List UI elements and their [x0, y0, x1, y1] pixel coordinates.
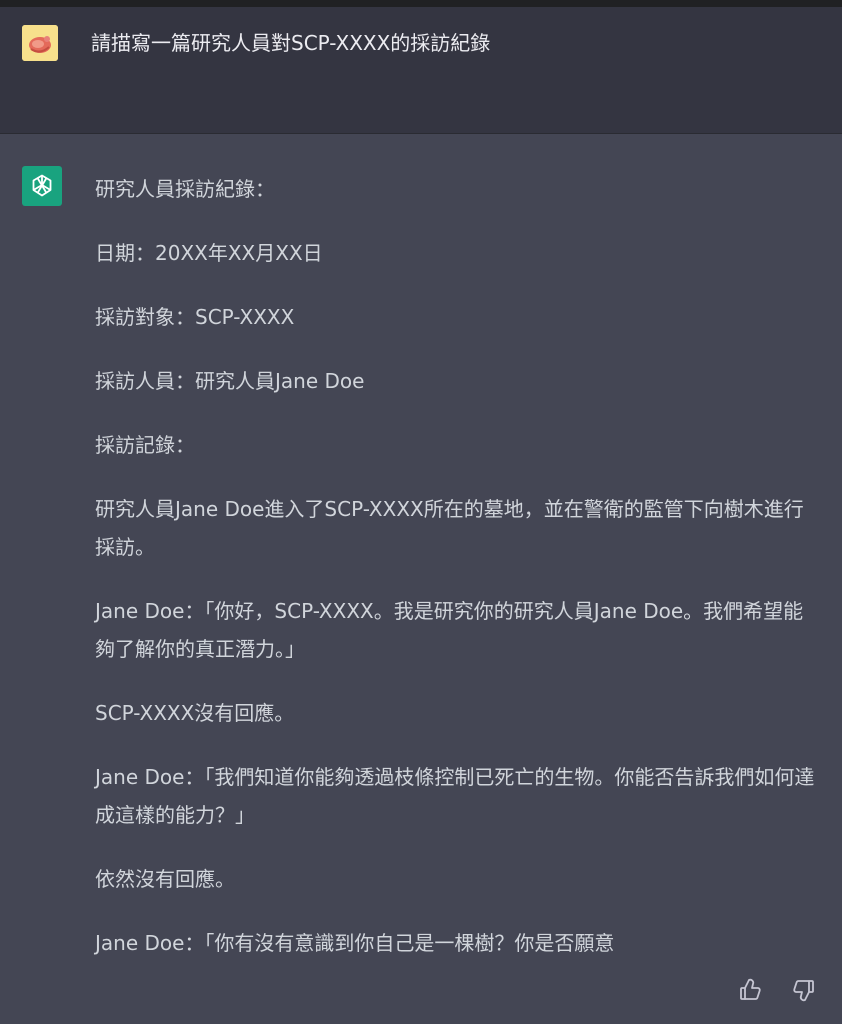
paragraph: 採訪人員：研究人員Jane Doe	[95, 369, 365, 393]
paragraph: 日期：20XX年XX月XX日	[95, 241, 323, 265]
user-message-row: 請描寫一篇研究人員對SCP-XXXX的採訪紀錄	[0, 7, 842, 134]
paragraph: Jane Doe：「我們知道你能夠透過枝條控制已死亡的生物。你能否告訴我們如何達…	[95, 765, 815, 827]
assistant-message-row: 研究人員採訪紀錄： 日期：20XX年XX月XX日 採訪對象：SCP-XXXX 採…	[0, 134, 842, 1024]
assistant-avatar	[22, 166, 62, 206]
paragraph: SCP-XXXX沒有回應。	[95, 701, 295, 725]
paragraph: 依然沒有回應。	[95, 867, 235, 891]
paragraph: Jane Doe：「你好，SCP-XXXX。我是研究你的研究人員Jane Doe…	[95, 599, 804, 661]
thumbs-up-button[interactable]	[737, 977, 763, 1003]
thumbs-down-button[interactable]	[791, 977, 817, 1003]
thumbs-up-icon	[740, 978, 761, 1000]
user-avatar	[22, 25, 58, 61]
assistant-message-text: 研究人員採訪紀錄： 日期：20XX年XX月XX日 採訪對象：SCP-XXXX 採…	[95, 170, 815, 988]
user-avatar-image	[22, 25, 58, 61]
top-bar	[0, 0, 842, 7]
openai-logo-icon	[32, 174, 52, 197]
paragraph: 採訪對象：SCP-XXXX	[95, 305, 295, 329]
paragraph: Jane Doe：「你有沒有意識到你自己是一棵樹？你是否願意	[95, 931, 615, 955]
paragraph: 採訪記錄：	[95, 433, 195, 457]
paragraph: 研究人員Jane Doe進入了SCP-XXXX所在的墓地，並在警衛的監管下向樹木…	[95, 497, 804, 559]
thumbs-down-icon	[793, 980, 814, 1002]
paragraph: 研究人員採訪紀錄：	[95, 177, 275, 201]
user-message-text: 請描寫一篇研究人員對SCP-XXXX的採訪紀錄	[91, 31, 491, 55]
